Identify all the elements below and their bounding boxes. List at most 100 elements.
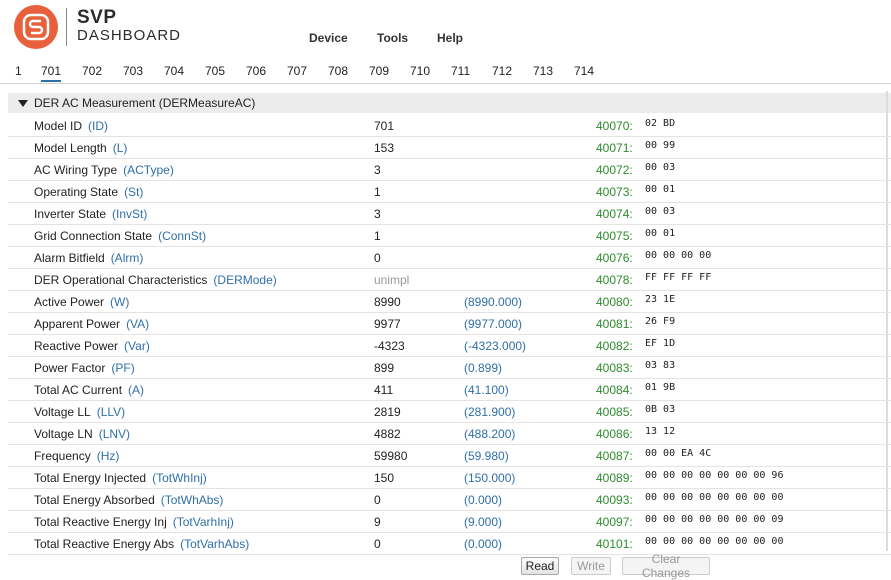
menu-help[interactable]: Help xyxy=(437,31,463,45)
point-value[interactable]: 9 xyxy=(374,515,381,529)
point-value[interactable]: 1 xyxy=(374,185,381,199)
register-hex: 03 83 xyxy=(645,360,676,371)
point-id[interactable]: (St) xyxy=(124,185,143,199)
register-hex: 02 BD xyxy=(645,118,676,129)
point-id[interactable]: (LNV) xyxy=(99,427,130,441)
point-scaled-value: (488.200) xyxy=(464,427,516,441)
point-scaled-value: (281.900) xyxy=(464,405,516,419)
menu-device[interactable]: Device xyxy=(309,31,348,45)
point-label: Power Factor (PF) xyxy=(34,361,135,375)
point-label: Active Power (W) xyxy=(34,295,129,309)
point-value[interactable]: 0 xyxy=(374,251,381,265)
point-scaled-value: (41.100) xyxy=(464,383,509,397)
point-label: Frequency (Hz) xyxy=(34,449,119,463)
tab-705[interactable]: 705 xyxy=(205,64,225,78)
point-value[interactable]: 153 xyxy=(374,141,394,155)
table-row: Apparent Power (VA) 9977 (9977.000) 40081: 26… xyxy=(8,313,891,335)
tab-1[interactable]: 1 xyxy=(15,64,22,78)
point-label: Reactive Power (Var) xyxy=(34,339,150,353)
point-value[interactable]: 4882 xyxy=(374,427,401,441)
brand-name: SVP xyxy=(77,7,117,28)
tab-708[interactable]: 708 xyxy=(328,64,348,78)
point-name: Operating State xyxy=(34,185,119,199)
point-scaled-value: (59.980) xyxy=(464,449,509,463)
point-id[interactable]: (DERMode) xyxy=(213,273,276,287)
point-value[interactable]: 0 xyxy=(374,493,381,507)
point-value[interactable]: -4323 xyxy=(374,339,405,353)
point-id[interactable]: (VA) xyxy=(126,317,149,331)
point-id[interactable]: (TotWhInj) xyxy=(152,471,207,485)
tab-707[interactable]: 707 xyxy=(287,64,307,78)
point-value[interactable]: 0 xyxy=(374,537,381,551)
register-address: 40087: xyxy=(596,449,633,463)
point-id[interactable]: (ID) xyxy=(88,119,108,133)
tab-706[interactable]: 706 xyxy=(246,64,266,78)
point-id[interactable]: (TotWhAbs) xyxy=(161,493,224,507)
menu-tools[interactable]: Tools xyxy=(377,31,408,45)
point-value[interactable]: 411 xyxy=(374,383,393,397)
point-value[interactable]: 701 xyxy=(374,119,394,133)
point-id[interactable]: (LLV) xyxy=(97,405,125,419)
tab-709[interactable]: 709 xyxy=(369,64,389,78)
register-address: 40075: xyxy=(596,229,633,243)
register-hex: 13 12 xyxy=(645,426,676,437)
point-id[interactable]: (Var) xyxy=(124,339,150,353)
table-row: Alarm Bitfield (Alrm) 0 40076: 00 00 00 00 xyxy=(8,247,891,269)
point-name: DER Operational Characteristics xyxy=(34,273,208,287)
collapse-triangle-icon[interactable] xyxy=(18,99,28,107)
tab-711[interactable]: 711 xyxy=(451,64,470,78)
tab-704[interactable]: 704 xyxy=(164,64,184,78)
point-id[interactable]: (TotVarhInj) xyxy=(173,515,234,529)
point-value[interactable]: 1 xyxy=(374,229,381,243)
point-label: Apparent Power (VA) xyxy=(34,317,149,331)
point-id[interactable]: (Hz) xyxy=(97,449,120,463)
point-id[interactable]: (L) xyxy=(113,141,128,155)
point-value[interactable]: 150 xyxy=(374,471,394,485)
point-id[interactable]: (PF) xyxy=(111,361,134,375)
point-value[interactable]: 9977 xyxy=(374,317,401,331)
register-hex: 26 F9 xyxy=(645,316,676,327)
point-label: Total Reactive Energy Inj (TotVarhInj) xyxy=(34,515,234,529)
point-id[interactable]: (A) xyxy=(128,383,144,397)
point-id[interactable]: (TotVarhAbs) xyxy=(180,537,249,551)
clear-changes-button[interactable]: Clear Changes xyxy=(622,552,710,580)
point-value[interactable]: 3 xyxy=(374,163,381,177)
point-value[interactable]: 3 xyxy=(374,207,381,221)
point-name: Grid Connection State xyxy=(34,229,153,243)
tab-714[interactable]: 714 xyxy=(574,64,594,78)
point-name: Alarm Bitfield xyxy=(34,251,105,265)
point-label: Voltage LN (LNV) xyxy=(34,427,130,441)
tab-701[interactable]: 701 xyxy=(41,64,62,82)
point-id[interactable]: (W) xyxy=(110,295,129,309)
register-hex: 00 01 xyxy=(645,228,676,239)
register-address: 40101: xyxy=(596,537,633,551)
svp-logo-icon[interactable] xyxy=(14,5,58,49)
point-value[interactable]: 899 xyxy=(374,361,394,375)
register-address: 40082: xyxy=(596,339,633,353)
point-value[interactable]: 2819 xyxy=(374,405,401,419)
tab-712[interactable]: 712 xyxy=(492,64,512,78)
point-id[interactable]: (ConnSt) xyxy=(158,229,206,243)
tab-703[interactable]: 703 xyxy=(123,64,143,78)
register-hex: 00 00 00 00 xyxy=(645,250,712,261)
write-button[interactable]: Write xyxy=(571,557,611,575)
point-id[interactable]: (Alrm) xyxy=(111,251,144,265)
point-id[interactable]: (InvSt) xyxy=(112,207,147,221)
point-scaled-value: (0.000) xyxy=(464,537,503,551)
point-value[interactable]: 59980 xyxy=(374,449,407,463)
section-header[interactable]: DER AC Measurement (DERMeasureAC) xyxy=(8,93,891,113)
point-scaled-value: (9.000) xyxy=(464,515,503,529)
point-name: Frequency xyxy=(34,449,91,463)
table-row: Total Energy Absorbed (TotWhAbs) 0 (0.000) 4… xyxy=(8,489,891,511)
tab-702[interactable]: 702 xyxy=(82,64,102,78)
register-hex: 00 03 xyxy=(645,162,676,173)
tab-713[interactable]: 713 xyxy=(533,64,553,78)
register-hex: FF FF FF FF xyxy=(645,272,712,283)
read-button[interactable]: Read xyxy=(521,557,559,575)
point-value[interactable]: 8990 xyxy=(374,295,401,309)
point-name: Model Length xyxy=(34,141,107,155)
point-value[interactable]: unimpl xyxy=(374,273,409,287)
tab-710[interactable]: 710 xyxy=(410,64,430,78)
point-id[interactable]: (ACType) xyxy=(123,163,174,177)
register-hex: 0B 03 xyxy=(645,404,676,415)
